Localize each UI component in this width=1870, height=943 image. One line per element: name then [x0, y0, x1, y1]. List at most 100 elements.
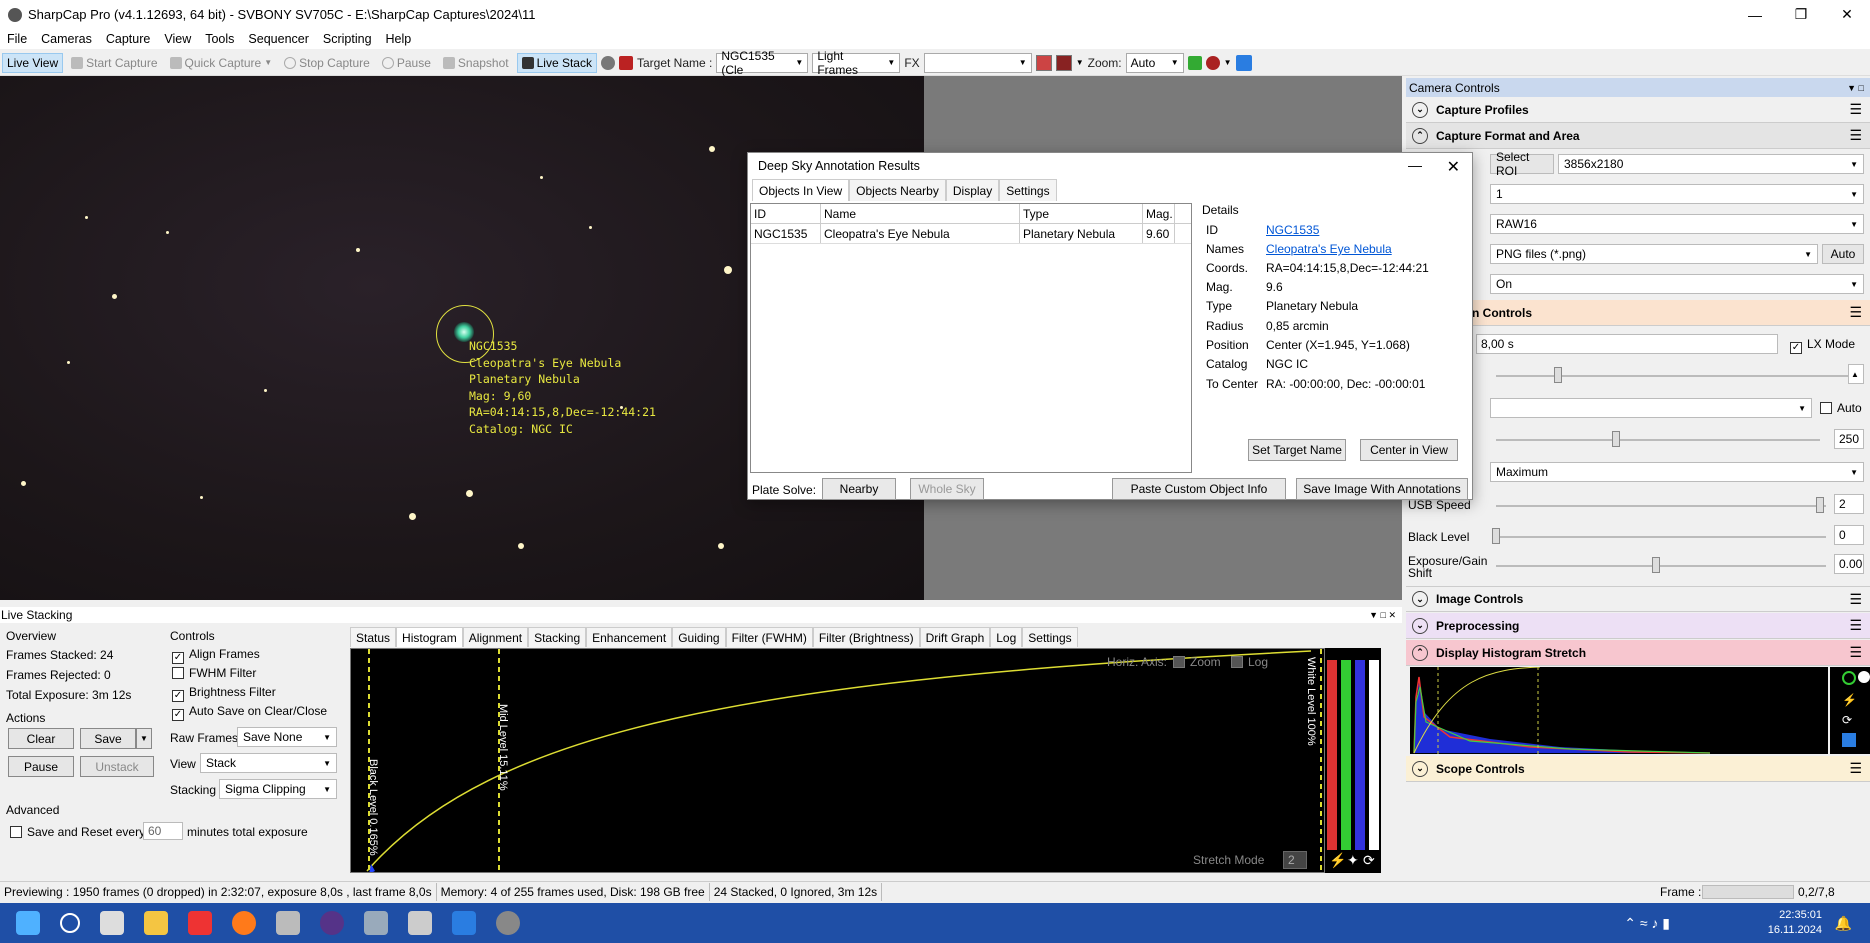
set-target-name-button[interactable]: Set Target Name [1248, 439, 1346, 461]
gain-input[interactable]: 250 [1834, 429, 1864, 449]
hamburger-icon[interactable]: ☰ [1849, 617, 1862, 634]
tab-filter-brightness[interactable]: Filter (Brightness) [812, 627, 920, 647]
black-level-thumb[interactable] [1492, 528, 1500, 544]
notification-icon[interactable]: 🔔 [1835, 915, 1852, 932]
usb-speed-input[interactable]: 2 [1834, 494, 1864, 514]
menu-cameras[interactable]: Cameras [34, 32, 99, 46]
exposure-slider-thumb[interactable] [1554, 367, 1562, 383]
stacking-combo[interactable]: Sigma Clipping ▼ [219, 779, 337, 799]
tab-objects-nearby[interactable]: Objects Nearby [849, 179, 946, 201]
frame-type-combo[interactable]: Light Frames ▼ [812, 49, 901, 77]
maximize-button[interactable]: ❐ [1778, 0, 1824, 29]
annotate-icon[interactable] [618, 55, 633, 70]
pause-button[interactable]: Pause [378, 53, 435, 73]
luminance-level-bar[interactable] [1369, 660, 1379, 850]
zoom-tool-icon[interactable] [1205, 55, 1220, 70]
close-button[interactable]: ✕ [1824, 0, 1870, 29]
zoom-combo[interactable]: Auto ▼ [1125, 52, 1184, 73]
usb-speed-thumb[interactable] [1816, 497, 1824, 513]
id-link[interactable]: NGC1535 [1266, 223, 1319, 237]
clock[interactable]: 22:35:01 16.11.2024 [1768, 908, 1822, 938]
red-level-bar[interactable] [1327, 660, 1337, 850]
tab-settings[interactable]: Settings [1022, 627, 1078, 647]
column-mag[interactable]: Mag. [1143, 204, 1175, 223]
live-stack-button[interactable]: Live Stack [516, 52, 597, 73]
paste-custom-object-button[interactable]: Paste Custom Object Info [1112, 478, 1286, 500]
column-type[interactable]: Type [1020, 204, 1143, 223]
auto-checkbox[interactable]: Auto [1820, 401, 1862, 415]
image-controls-section[interactable]: ⌄ Image Controls ☰ [1406, 586, 1870, 612]
quick-capture-button[interactable]: Quick Capture ▼ [166, 53, 277, 73]
black-level-input[interactable]: 0 [1834, 525, 1864, 545]
hamburger-icon[interactable]: ☰ [1849, 591, 1862, 608]
tab-drift-graph[interactable]: Drift Graph [919, 627, 991, 647]
tab-filter-fwhm[interactable]: Filter (FWHM) [725, 627, 813, 647]
tab-histogram[interactable]: Histogram [396, 627, 463, 647]
nearby-button[interactable]: Nearby [822, 478, 896, 500]
tab-display[interactable]: Display [945, 179, 1000, 201]
clear-button[interactable]: Clear [8, 728, 74, 749]
pin-icon[interactable]: ▼ □ [1847, 83, 1870, 93]
menu-sequencer[interactable]: Sequencer [241, 32, 315, 46]
file-explorer-icon[interactable] [144, 911, 168, 935]
save-image-annotations-button[interactable]: Save Image With Annotations [1296, 478, 1468, 500]
align-frames-checkbox[interactable]: ✓ Align Frames [172, 647, 260, 664]
reticle-icon[interactable] [600, 55, 615, 70]
tab-status[interactable]: Status [350, 627, 397, 647]
auto-save-checkbox[interactable]: ✓ Auto Save on Clear/Close [172, 704, 327, 721]
hamburger-icon[interactable]: ☰ [1849, 304, 1862, 321]
menu-tools[interactable]: Tools [198, 32, 241, 46]
start-capture-button[interactable]: Start Capture [67, 53, 161, 73]
brightness-filter-checkbox[interactable]: ✓ Brightness Filter [172, 685, 276, 702]
colour-space-combo[interactable]: RAW16 ▼ [1490, 214, 1864, 234]
tab-guiding[interactable]: Guiding [672, 627, 726, 647]
minimize-button[interactable]: — [1408, 157, 1422, 173]
stretch-mode-input[interactable]: 2 [1283, 851, 1307, 869]
tab-objects-in-view[interactable]: Objects In View [752, 179, 850, 201]
hamburger-icon[interactable]: ☰ [1849, 127, 1862, 144]
exposure-input[interactable]: 8,00 s [1476, 334, 1778, 354]
binning-combo[interactable]: 1 ▼ [1490, 184, 1864, 204]
column-id[interactable]: ID [751, 204, 821, 223]
exposure-gain-shift-slider[interactable] [1496, 565, 1826, 567]
stack-histogram[interactable]: Black Level 0.165% Mid Level 15.11% Whit… [350, 648, 1325, 873]
task-view-icon[interactable] [100, 911, 124, 935]
contrast-icon[interactable] [1858, 671, 1870, 683]
exposure-gain-shift-thumb[interactable] [1652, 557, 1660, 573]
fwhm-filter-checkbox[interactable]: FWHM Filter [172, 666, 256, 680]
chevron-down-icon[interactable]: ▼ [1224, 58, 1232, 67]
save-button[interactable]: Save [80, 728, 136, 749]
capture-profiles-section[interactable]: ⌄ Capture Profiles ☰ [1406, 97, 1870, 123]
center-in-view-button[interactable]: Center in View [1360, 439, 1458, 461]
menu-scripting[interactable]: Scripting [316, 32, 379, 46]
tab-log[interactable]: Log [990, 627, 1023, 647]
search-icon[interactable] [60, 913, 80, 933]
app-icon[interactable] [364, 911, 388, 935]
zoom-checkbox[interactable]: Zoom [1173, 655, 1221, 669]
resolution-combo[interactable]: 3856x2180 ▼ [1558, 154, 1864, 174]
focus-icon[interactable] [1235, 54, 1252, 71]
flat-icon[interactable] [1055, 54, 1072, 71]
save-reset-input[interactable]: 60 [143, 822, 183, 840]
pin-close-icons[interactable]: ▼ □ ✕ [1369, 610, 1402, 621]
exposure-gain-shift-input[interactable]: 0.00 [1834, 554, 1864, 574]
save-dropdown-button[interactable]: ▼ [136, 728, 152, 749]
hamburger-icon[interactable]: ☰ [1849, 760, 1862, 777]
save-icon[interactable] [1842, 733, 1856, 747]
chevron-down-icon[interactable]: ▼ [1076, 58, 1084, 67]
green-level-bar[interactable] [1341, 660, 1351, 850]
scope-controls-section[interactable]: ⌄ Scope Controls ☰ [1406, 756, 1870, 782]
minimize-button[interactable]: — [1732, 0, 1778, 29]
target-name-combo[interactable]: NGC1535 (Cle ▼ [716, 49, 809, 77]
debayer-combo[interactable]: On ▼ [1490, 274, 1864, 294]
tab-enhancement[interactable]: Enhancement [586, 627, 673, 647]
gain-mode-combo[interactable]: ▼ [1490, 398, 1812, 418]
unstack-button[interactable]: Unstack [80, 756, 154, 777]
whole-sky-button[interactable]: Whole Sky [910, 478, 984, 500]
sharpcap-icon[interactable] [496, 911, 520, 935]
table-row[interactable]: NGC1535 Cleopatra's Eye Nebula Planetary… [751, 224, 1191, 244]
lx-mode-checkbox[interactable]: ✓ LX Mode [1790, 337, 1855, 354]
menu-file[interactable]: File [0, 32, 34, 46]
firefox-icon[interactable] [232, 911, 256, 935]
app-icon[interactable] [276, 911, 300, 935]
